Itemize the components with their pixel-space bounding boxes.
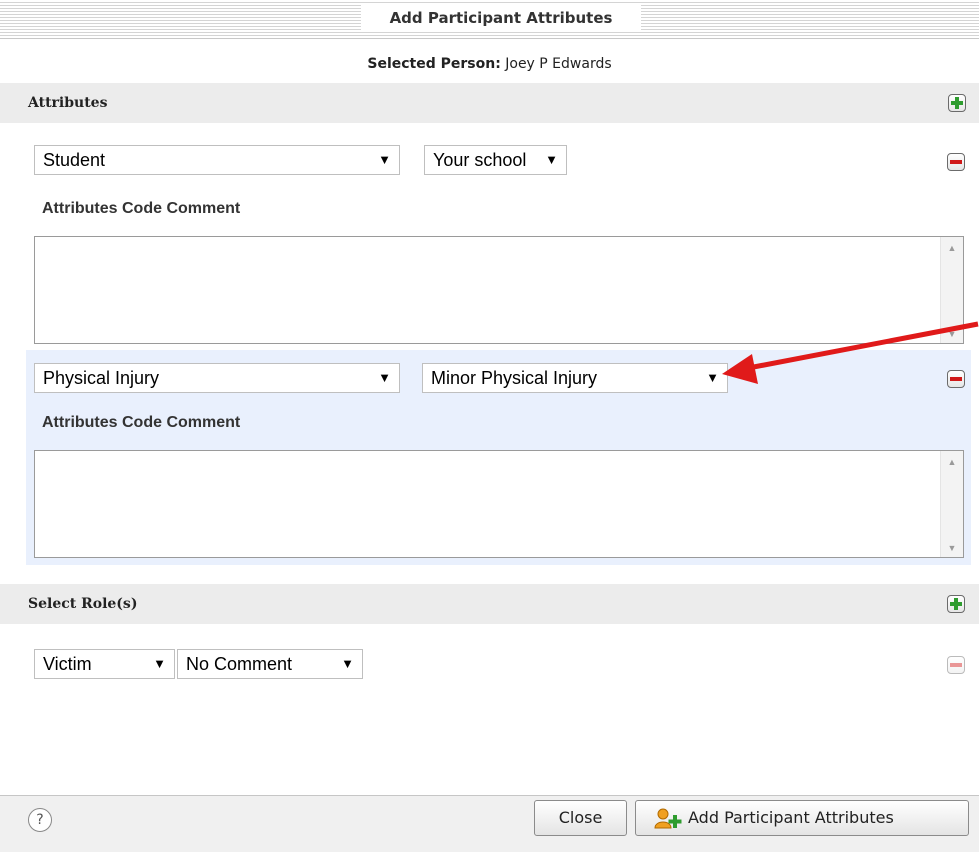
plus-icon <box>950 598 962 610</box>
dialog-title: Add Participant Attributes <box>361 4 641 32</box>
remove-role-button[interactable] <box>947 656 965 674</box>
minus-icon <box>950 663 962 667</box>
role-select-value: Victim <box>43 654 92 674</box>
chevron-down-icon: ▼ <box>545 152 558 167</box>
scrollbar[interactable]: ▲ ▼ <box>940 451 963 557</box>
plus-icon <box>951 97 963 109</box>
roles-header: Select Role(s) <box>0 584 979 624</box>
attribute-value-select-1[interactable]: Your school ▼ <box>424 145 567 175</box>
add-attribute-button[interactable] <box>948 94 966 112</box>
add-participant-attributes-button[interactable]: Add Participant Attributes <box>635 800 969 836</box>
role-comment-select[interactable]: No Comment ▼ <box>177 649 363 679</box>
close-button[interactable]: Close <box>534 800 627 836</box>
scroll-up-icon[interactable]: ▲ <box>941 457 963 467</box>
attribute-select-2-value: Physical Injury <box>43 368 160 388</box>
role-select[interactable]: Victim ▼ <box>34 649 175 679</box>
comment-label-2: Attributes Code Comment <box>42 414 241 431</box>
chevron-down-icon: ▼ <box>378 152 391 167</box>
selected-person-label: Selected Person: <box>367 56 501 72</box>
roles-header-label: Select Role(s) <box>28 596 138 612</box>
attributes-header-label: Attributes <box>28 95 108 111</box>
attribute-select-2[interactable]: Physical Injury ▼ <box>34 363 400 393</box>
add-participant-attributes-label: Add Participant Attributes <box>688 808 894 827</box>
chevron-down-icon: ▼ <box>378 370 391 385</box>
add-role-button[interactable] <box>947 595 965 613</box>
scroll-up-icon[interactable]: ▲ <box>941 243 963 253</box>
attribute-value-select-2-value: Minor Physical Injury <box>431 368 598 388</box>
help-button[interactable]: ? <box>28 808 52 832</box>
comment-label-1: Attributes Code Comment <box>42 200 241 217</box>
selected-person: Selected Person: Joey P Edwards <box>0 56 979 72</box>
attribute-select-1[interactable]: Student ▼ <box>34 145 400 175</box>
dialog-footer: ? Close Add Participant Attributes <box>0 795 979 852</box>
role-comment-select-value: No Comment <box>186 654 293 674</box>
scroll-down-icon[interactable]: ▼ <box>941 543 963 553</box>
dialog-title-bar: Add Participant Attributes <box>0 0 979 39</box>
chevron-down-icon: ▼ <box>341 656 354 671</box>
annotation-arrow <box>722 321 979 384</box>
comment-textarea-2[interactable]: ▲ ▼ <box>34 450 964 558</box>
attribute-value-select-2[interactable]: Minor Physical Injury ▼ <box>422 363 728 393</box>
selected-person-value: Joey P Edwards <box>505 56 612 72</box>
chevron-down-icon: ▼ <box>153 656 166 671</box>
attribute-value-select-1-value: Your school <box>433 150 527 170</box>
remove-attribute-button-1[interactable] <box>947 153 965 171</box>
attributes-header: Attributes <box>0 83 979 123</box>
add-user-icon <box>654 808 682 829</box>
minus-icon <box>950 160 962 164</box>
attribute-select-1-value: Student <box>43 150 106 170</box>
